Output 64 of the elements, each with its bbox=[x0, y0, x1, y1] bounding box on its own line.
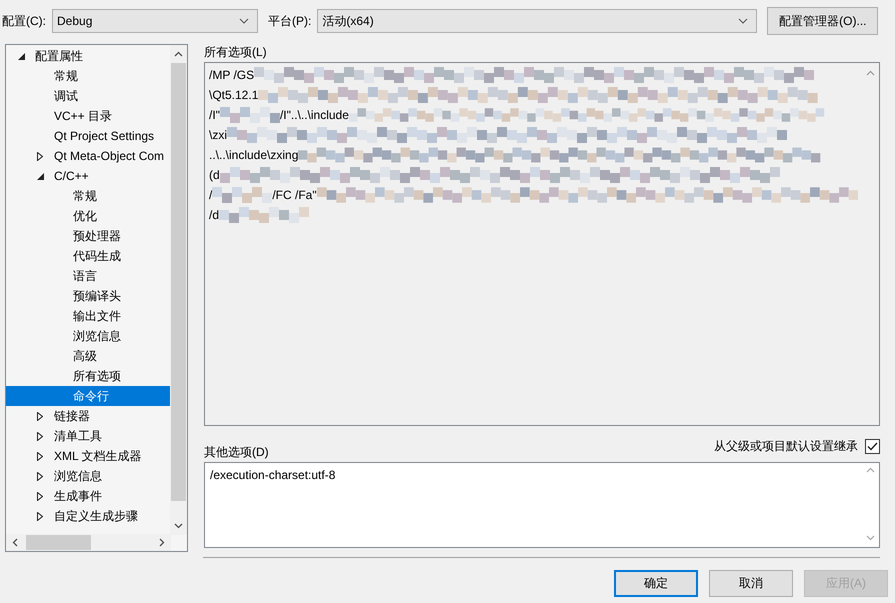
tree-item[interactable]: XML 文档生成器 bbox=[6, 446, 171, 466]
command-text: /I" bbox=[209, 108, 220, 122]
tree-item[interactable]: 所有选项 bbox=[6, 366, 171, 386]
collapsed-triangle-icon[interactable] bbox=[37, 512, 43, 520]
command-text: /I"..\..\include bbox=[280, 108, 349, 122]
collapsed-triangle-icon[interactable] bbox=[37, 452, 43, 460]
platform-dropdown[interactable]: 活动(x64) bbox=[317, 9, 758, 33]
command-text: \zxi bbox=[209, 128, 227, 142]
scroll-left-icon[interactable] bbox=[12, 538, 18, 547]
scroll-up-icon[interactable] bbox=[174, 51, 183, 57]
tree-item[interactable]: 命令行 bbox=[6, 386, 171, 406]
tree-item[interactable]: 预编译头 bbox=[6, 286, 171, 306]
command-text: /d bbox=[209, 208, 220, 222]
command-text: \Qt5.12.1 bbox=[209, 88, 258, 102]
command-text: /FC /Fa" bbox=[272, 188, 317, 202]
tree-item[interactable]: 常规 bbox=[6, 186, 171, 206]
tree-item[interactable]: Qt Project Settings bbox=[6, 126, 171, 146]
expanded-triangle-icon[interactable] bbox=[18, 52, 25, 60]
tree-item[interactable]: 常规 bbox=[6, 66, 171, 86]
collapsed-triangle-icon[interactable] bbox=[37, 152, 43, 160]
expanded-triangle-icon[interactable] bbox=[37, 172, 44, 180]
tree-item[interactable]: 高级 bbox=[6, 346, 171, 366]
tree-item[interactable]: C/C++ bbox=[6, 166, 171, 186]
tree-item[interactable]: 链接器 bbox=[6, 406, 171, 426]
collapsed-triangle-icon[interactable] bbox=[37, 492, 43, 500]
tree-item[interactable]: 浏览信息 bbox=[6, 466, 171, 486]
scroll-down-icon[interactable] bbox=[174, 523, 183, 529]
tree-item[interactable]: 生成事件 bbox=[6, 486, 171, 506]
tree-item[interactable]: 清单工具 bbox=[6, 426, 171, 446]
chevron-down-icon bbox=[239, 18, 249, 24]
collapsed-triangle-icon[interactable] bbox=[37, 412, 43, 420]
command-text: /MP /GS bbox=[209, 68, 254, 82]
tree-item[interactable]: 优化 bbox=[6, 206, 171, 226]
tree-item[interactable]: Qt Meta-Object Com bbox=[6, 146, 171, 166]
config-dropdown[interactable]: Debug bbox=[52, 9, 258, 33]
redaction-mosaic bbox=[212, 187, 272, 203]
vertical-scrollbar[interactable] bbox=[170, 45, 187, 535]
platform-label: 平台(P): bbox=[268, 12, 312, 30]
tree-item[interactable]: 浏览信息 bbox=[6, 326, 171, 346]
tree-item[interactable]: 输出文件 bbox=[6, 306, 171, 326]
inherit-checkbox[interactable] bbox=[865, 439, 880, 454]
redaction-mosaic bbox=[220, 107, 280, 123]
tree-item[interactable]: VC++ 目录 bbox=[6, 106, 171, 126]
tree-item[interactable]: 自定义生成步骤 bbox=[6, 506, 171, 526]
tree-item[interactable]: 语言 bbox=[6, 266, 171, 286]
all-options-label: 所有选项(L) bbox=[204, 44, 268, 61]
command-text: ..\..\include\zxing bbox=[209, 148, 298, 162]
command-text: / bbox=[209, 188, 212, 202]
configuration-manager-button[interactable]: 配置管理器(O)... bbox=[767, 7, 878, 35]
dialog-button[interactable]: 确定 bbox=[614, 570, 698, 597]
tree-item[interactable]: 调试 bbox=[6, 86, 171, 106]
horizontal-scrollbar[interactable] bbox=[6, 534, 171, 551]
inherit-label: 从父级或项目默认设置继承 bbox=[714, 438, 858, 455]
tree-item[interactable]: 配置属性 bbox=[6, 46, 171, 66]
tree-item[interactable]: 预处理器 bbox=[6, 226, 171, 246]
scroll-right-icon[interactable] bbox=[159, 538, 165, 547]
command-text: (d bbox=[209, 168, 220, 182]
other-options-label: 其他选项(D) bbox=[204, 444, 269, 461]
tree-item[interactable]: 代码生成 bbox=[6, 246, 171, 266]
collapsed-triangle-icon[interactable] bbox=[37, 472, 43, 480]
chevron-down-icon bbox=[738, 18, 748, 24]
config-label: 配置(C): bbox=[2, 12, 46, 30]
collapsed-triangle-icon[interactable] bbox=[37, 432, 43, 440]
dialog-button[interactable]: 取消 bbox=[709, 570, 793, 597]
